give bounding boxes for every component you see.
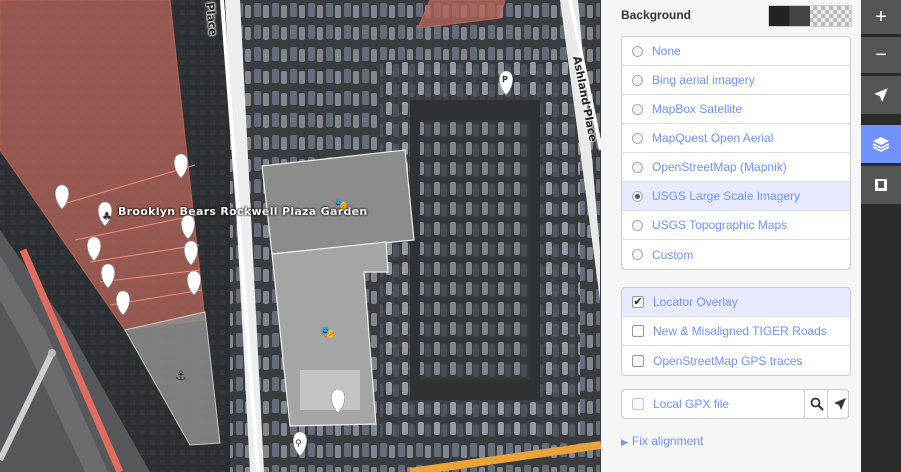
imagery-option-mapquest[interactable]: MapQuest Open Aerial — [622, 124, 850, 153]
fix-alignment-label: Fix alignment — [631, 434, 704, 448]
imagery-option-custom[interactable]: Custom — [622, 240, 850, 269]
radio[interactable] — [632, 161, 643, 173]
radio[interactable] — [632, 45, 643, 57]
map-data-icon — [875, 179, 887, 191]
imagery-option-none[interactable]: None — [622, 37, 850, 66]
plus-icon: + — [875, 5, 887, 28]
map-pin[interactable] — [180, 214, 196, 240]
local-gpx-row[interactable]: Local GPX file — [621, 389, 849, 419]
minus-icon: − — [875, 43, 887, 66]
imagery-option-mapnik[interactable]: OpenStreetMap (Mapnik) — [622, 153, 850, 182]
option-label: None — [652, 44, 681, 58]
gpx-label: Local GPX file — [653, 397, 730, 411]
option-label: MapQuest Open Aerial — [652, 131, 774, 145]
map-pin[interactable] — [54, 184, 70, 210]
option-label: USGS Topographic Maps — [652, 218, 788, 232]
overlay-label: Locator Overlay — [653, 295, 738, 309]
map-canvas[interactable]: 🎭 🎭 ⚓ ♣ ⚲ Brooklyn Bears Rockwell Plaza … — [0, 0, 601, 472]
map-pin[interactable] — [186, 270, 202, 296]
parking-icon: P — [502, 75, 508, 84]
map-data-button[interactable] — [861, 166, 901, 204]
map-pin[interactable] — [86, 236, 102, 262]
overlay-locator[interactable]: ✔ Locator Overlay — [622, 288, 850, 317]
map-pin[interactable] — [183, 240, 199, 266]
overlay-label: OpenStreetMap GPS traces — [653, 353, 803, 368]
panel-title: Background — [621, 8, 692, 22]
triangle-right-icon: ▶ — [621, 437, 628, 447]
imagery-option-usgs-large[interactable]: USGS Large Scale Imagery — [622, 182, 850, 211]
radio[interactable] — [632, 74, 643, 86]
radio[interactable] — [632, 249, 643, 260]
fix-alignment-toggle[interactable]: ▶ Fix alignment — [621, 434, 703, 448]
option-label: MapBox Satellite — [652, 102, 743, 116]
radio[interactable] — [632, 132, 643, 144]
imagery-option-bing[interactable]: Bing aerial imagery — [622, 66, 850, 95]
geolocate-button[interactable] — [861, 76, 901, 114]
map-pin[interactable] — [330, 388, 346, 414]
bicycle-icon: ⚲ — [295, 439, 302, 449]
poi-label: Brooklyn Bears Rockwell Plaza Garden — [118, 205, 368, 218]
map-controls: + − — [861, 0, 901, 472]
option-label: OpenStreetMap (Mapnik) — [652, 160, 787, 174]
map-pin[interactable] — [100, 263, 116, 289]
option-label: USGS Large Scale Imagery — [652, 189, 801, 203]
map-pins: ♣ ⚲ — [54, 70, 514, 457]
zoom-in-button[interactable]: + — [861, 0, 901, 34]
map-pin[interactable] — [173, 153, 189, 179]
radio[interactable] — [632, 103, 643, 115]
tree-icon: ♣ — [102, 210, 112, 223]
overlay-list: ✔ Locator Overlay New & Misaligned TIGER … — [621, 287, 851, 376]
option-label: Bing aerial imagery — [652, 73, 755, 87]
gpx-checkbox[interactable] — [632, 398, 644, 410]
opacity-control[interactable] — [768, 5, 852, 27]
overlay-gps[interactable]: OpenStreetMap GPS traces — [622, 346, 850, 375]
search-icon[interactable] — [804, 390, 828, 418]
radio[interactable] — [632, 219, 643, 231]
imagery-list: None Bing aerial imagery MapBox Satellit… — [621, 36, 851, 270]
locate-arrow-icon — [874, 88, 888, 102]
layers-icon — [872, 137, 890, 152]
checkbox[interactable] — [632, 325, 644, 337]
imagery-option-mapbox[interactable]: MapBox Satellite — [622, 95, 850, 124]
checkbox[interactable] — [632, 354, 644, 367]
map-pin[interactable] — [115, 290, 131, 316]
background-settings-button[interactable] — [861, 125, 901, 163]
background-panel: Background None Bing aerial imagery MapB… — [601, 0, 861, 472]
locate-arrow-icon[interactable] — [827, 390, 851, 418]
option-label: Custom — [652, 247, 694, 262]
checkbox-checked[interactable]: ✔ — [632, 296, 644, 308]
imagery-option-usgs-topo[interactable]: USGS Topographic Maps — [622, 211, 850, 240]
zoom-out-button[interactable]: − — [861, 37, 901, 73]
radio-selected[interactable] — [632, 190, 643, 202]
overlay-label: New & Misaligned TIGER Roads — [653, 324, 827, 338]
overlay-tiger[interactable]: New & Misaligned TIGER Roads — [622, 317, 850, 346]
